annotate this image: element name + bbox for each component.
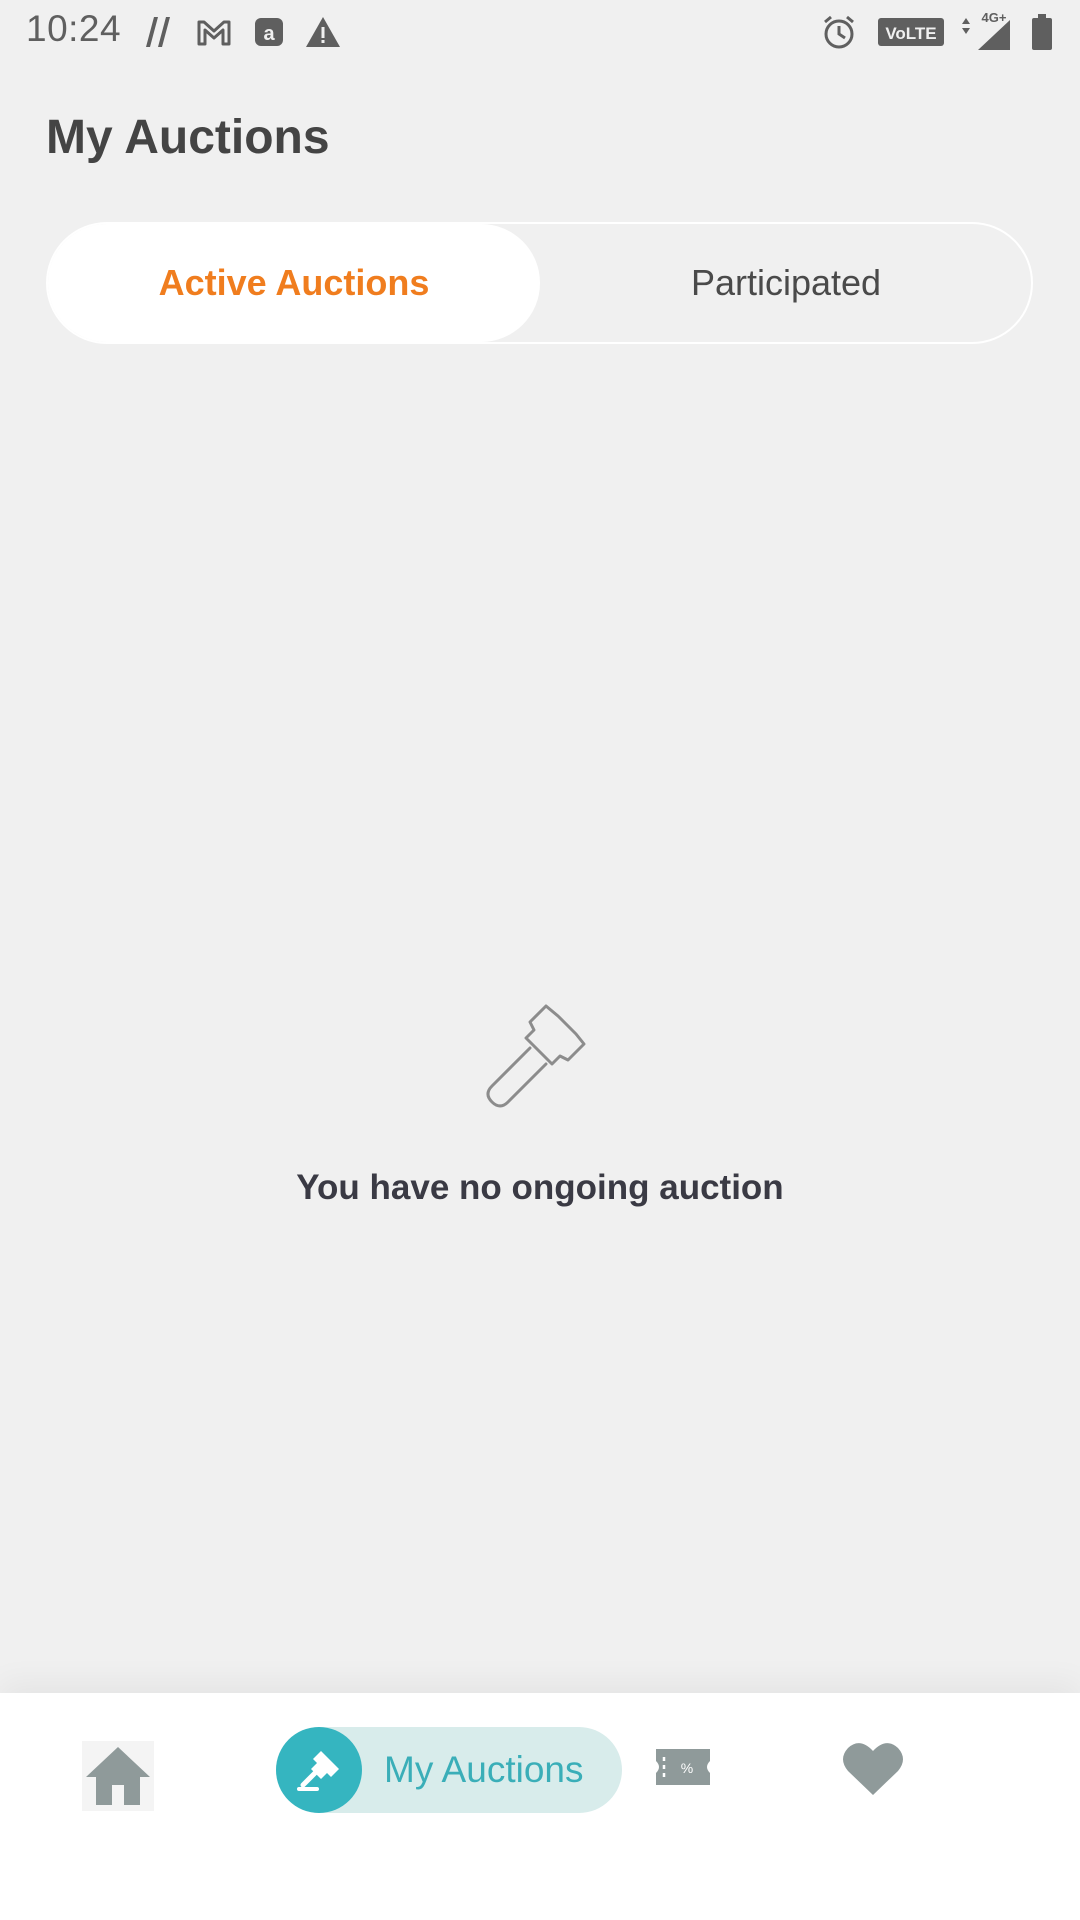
svg-text:a: a xyxy=(263,23,275,45)
bottom-nav: My Auctions % xyxy=(0,1693,1080,1920)
gavel-icon xyxy=(276,1727,362,1813)
warning-icon xyxy=(304,14,342,50)
gmail-icon xyxy=(196,14,232,50)
svg-text:VoLTE: VoLTE xyxy=(885,24,936,43)
svg-text:4G+: 4G+ xyxy=(982,10,1007,25)
screen: 10:24 a VoLTE 4G+ My Auctions Active Auc… xyxy=(0,0,1080,1920)
status-bar: 10:24 a VoLTE 4G+ xyxy=(0,0,1080,64)
alarm-icon xyxy=(820,14,858,50)
battery-icon xyxy=(1030,14,1054,50)
gavel-icon xyxy=(480,1000,600,1118)
nav-my-auctions[interactable]: My Auctions xyxy=(276,1727,622,1813)
page-title: My Auctions xyxy=(46,111,330,164)
coupon-icon[interactable]: % xyxy=(656,1745,710,1789)
home-icon[interactable] xyxy=(82,1741,154,1811)
amazon-icon: a xyxy=(254,14,284,50)
tab-active-auctions[interactable]: Active Auctions xyxy=(48,224,540,342)
nfc-icon xyxy=(142,14,174,50)
empty-state-message: You have no ongoing auction xyxy=(296,1168,784,1207)
svg-text:%: % xyxy=(681,1760,693,1776)
auction-tabs: Active Auctions Participated xyxy=(46,222,1033,344)
tab-participated[interactable]: Participated xyxy=(540,224,1032,342)
signal-icon: 4G+ xyxy=(958,10,1014,50)
nav-my-auctions-label: My Auctions xyxy=(384,1749,584,1790)
volte-icon: VoLTE xyxy=(878,14,944,50)
heart-icon[interactable] xyxy=(840,1739,906,1799)
status-time: 10:24 xyxy=(26,8,122,49)
